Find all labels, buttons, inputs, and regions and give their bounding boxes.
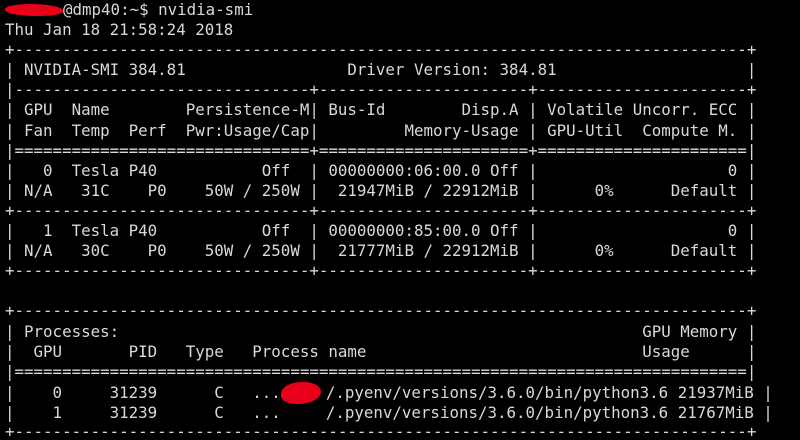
gpu-1-row-2: | N/A 30C P0 50W / 250W | 21777MiB / 229…: [5, 241, 757, 261]
redacted-username: [5, 4, 63, 16]
prompt-command: nvidia-smi: [158, 0, 254, 19]
process-row-0-prefix: | 0 31239 C ...: [5, 382, 281, 402]
gpu-table-border-bottom: +-------------------------------+-------…: [5, 261, 757, 281]
gpu-table-border-top: +---------------------------------------…: [5, 40, 757, 60]
process-row-0: | 0 31239 C ... /.pyenv/versions/3.6.0/bi…: [5, 381, 800, 404]
timestamp-line: Thu Jan 18 21:58:24 2018: [5, 20, 234, 40]
processes-double-separator: |=======================================…: [5, 361, 757, 381]
gpu-1-row-1: | 1 Tesla P40 Off | 00000000:85:00.0 Off…: [5, 221, 757, 241]
gpu-table-header-separator: |-------------------------------+-------…: [5, 80, 757, 100]
process-row-1-prefix: | 1 31239 C ...: [5, 402, 281, 422]
gpu-0-row-2: | N/A 31C P0 50W / 250W | 21947MiB / 229…: [5, 180, 757, 200]
processes-border-top: +---------------------------------------…: [5, 301, 757, 321]
process-row-0-suffix: /.pyenv/versions/3.6.0/bin/python3.6 219…: [325, 382, 773, 402]
processes-header-row: | GPU PID Type Process name Usage |: [5, 341, 757, 361]
gpu-0-row-1: | 0 Tesla P40 Off | 00000000:06:00.0 Off…: [5, 160, 757, 180]
version-row: | NVIDIA-SMI 384.81 Driver Version: 384.…: [5, 60, 757, 80]
gpu-table-header-row-1: | GPU Name Persistence-M| Bus-Id Disp.A …: [5, 100, 757, 120]
gpu-table-separator: +-------------------------------+-------…: [5, 200, 757, 220]
process-row-1: | 1 31239 C ... /.pyenv/versions/3.6.0/bi…: [5, 402, 800, 422]
process-row-1-suffix: /.pyenv/versions/3.6.0/bin/python3.6 217…: [325, 402, 773, 422]
terminal-window[interactable]: @dmp40:~$ nvidia-smi Thu Jan 18 21:58:24…: [0, 0, 800, 440]
gpu-table-double-separator: |===============================+=======…: [5, 140, 757, 160]
prompt-host: @dmp40:~$: [63, 0, 159, 19]
prompt-line: @dmp40:~$ nvidia-smi: [5, 0, 800, 20]
processes-title-row: | Processes: GPU Memory |: [5, 321, 757, 341]
gpu-table-header-row-2: | Fan Temp Perf Pwr:Usage/Cap| Memory-Us…: [5, 120, 757, 140]
processes-border-bottom: +---------------------------------------…: [5, 421, 757, 440]
redacted-path: [280, 381, 321, 404]
